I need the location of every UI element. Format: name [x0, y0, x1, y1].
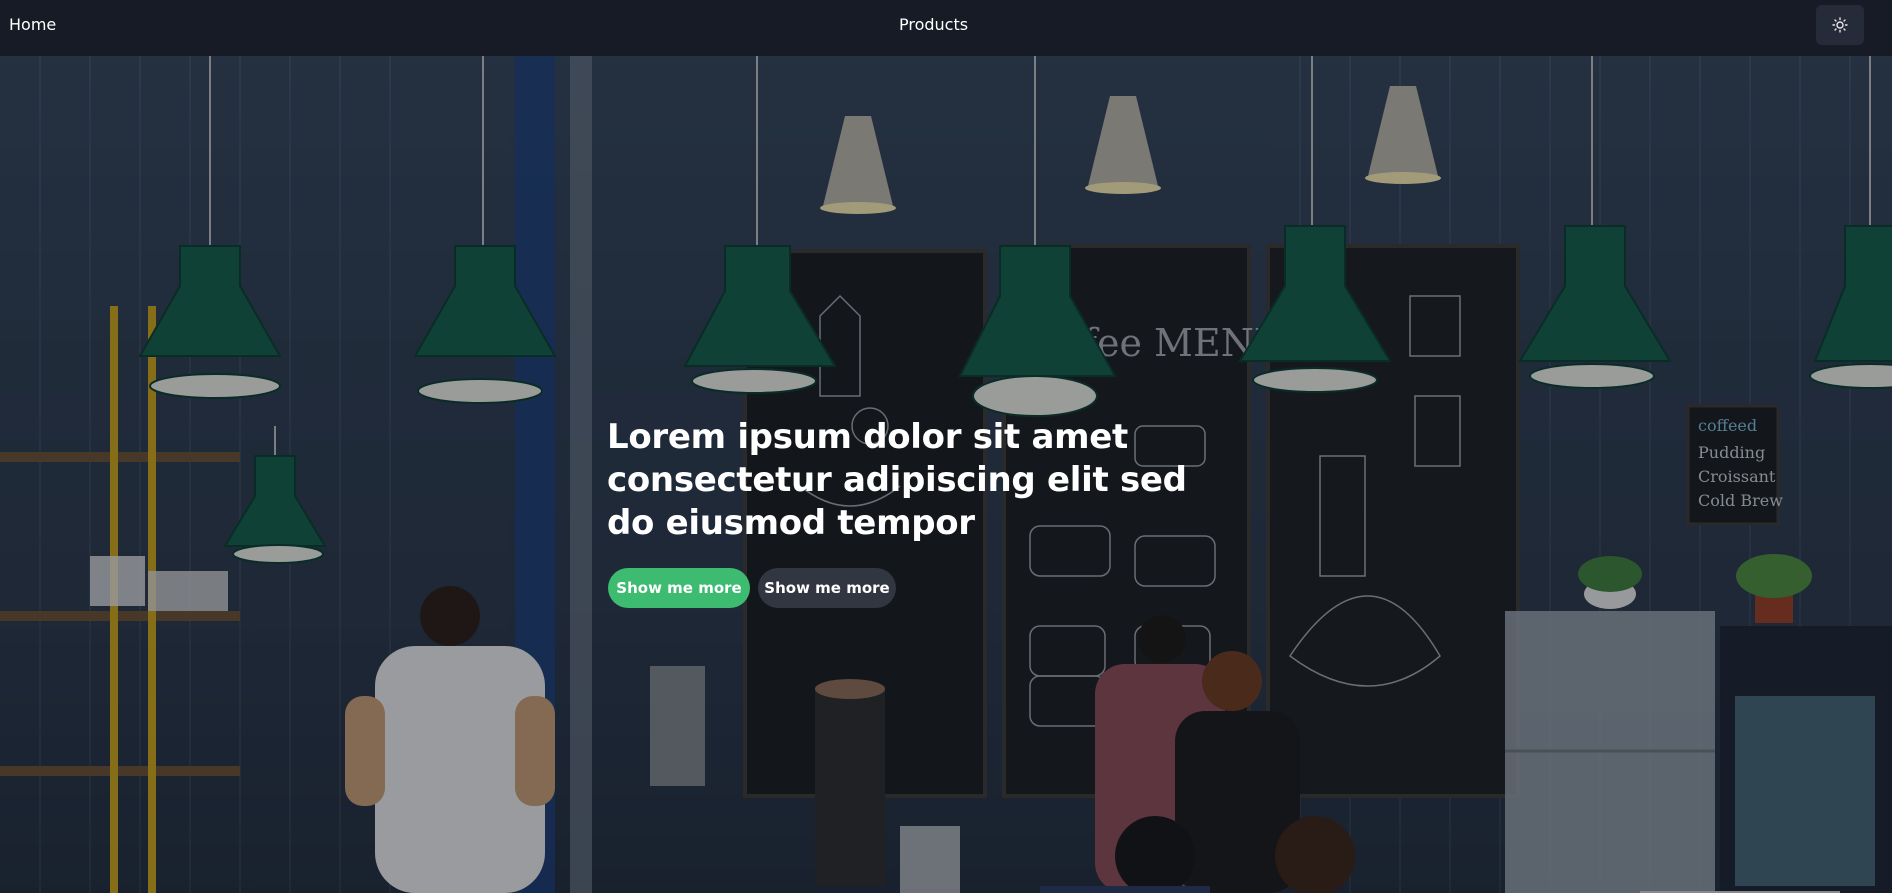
show-more-secondary-button[interactable]: Show me more: [758, 568, 896, 608]
top-navigation: Home Products: [0, 0, 1892, 56]
show-more-primary-button[interactable]: Show me more: [608, 568, 750, 608]
nav-home-link[interactable]: Home: [9, 15, 56, 34]
theme-toggle-button[interactable]: [1816, 5, 1864, 45]
sun-icon: [1832, 17, 1848, 33]
nav-products-link[interactable]: Products: [899, 15, 968, 34]
hero-headline: Lorem ipsum dolor sit amet consectetur a…: [607, 417, 1187, 543]
hero-section: ffee MENU coffeed Pudding Croissant Cold…: [0, 56, 1892, 893]
